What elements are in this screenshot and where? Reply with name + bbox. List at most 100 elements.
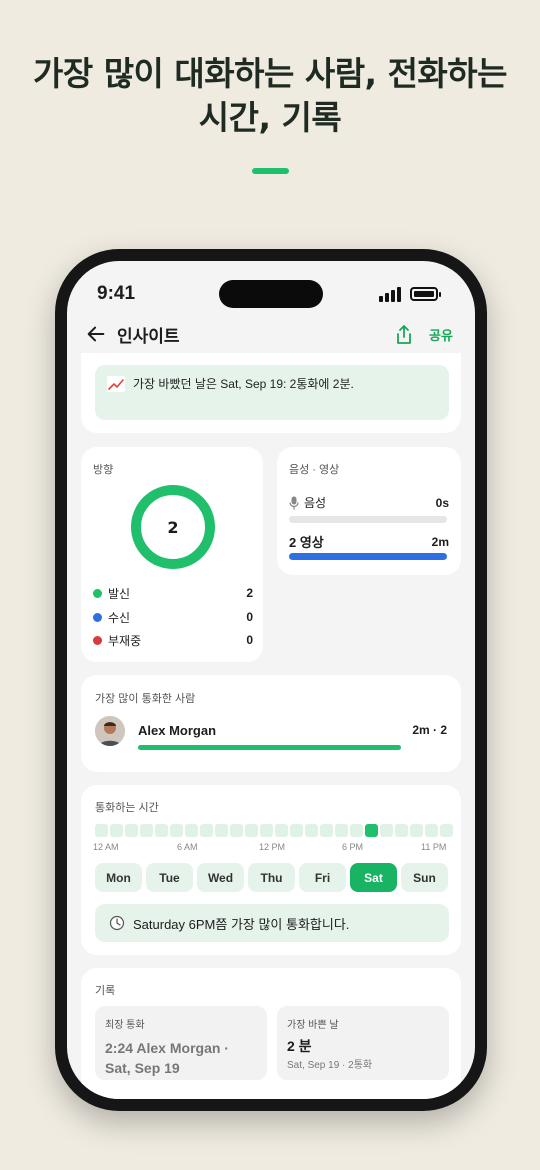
phone-frame: 9:41 인사이트 공유 가장 바빴던 날은 Sat, Sep 19: 2통화에… (55, 249, 487, 1111)
hour-cell-20 (395, 824, 408, 837)
hour-cell-19 (380, 824, 393, 837)
legend-label-missed: 부재중 (108, 633, 142, 648)
hour-cell-6 (185, 824, 198, 837)
voice-row: 음성 0s (289, 494, 449, 511)
peak-time-banner: Saturday 6PM쯤 가장 많이 통화합니다. (95, 904, 449, 942)
cellular-signal-icon (379, 287, 401, 302)
legend-dot-incoming (93, 612, 102, 622)
video-value: 2m (431, 534, 449, 549)
hour-cell-5 (170, 824, 183, 837)
busiest-day-tile[interactable]: 가장 바쁜 날 2 분 Sat, Sep 19 · 2통화 (277, 1006, 449, 1080)
headline-line-2: 시간, 기록 (198, 98, 342, 137)
hour-label-12pm: 12 PM (259, 842, 286, 852)
busiest-day-text: 가장 바빴던 날은 Sat, Sep 19: 2통화에 2분. (133, 377, 354, 391)
direction-card: 방향 2 발신 2 수신 0 부재중 0 (81, 447, 263, 662)
arrow-left-icon[interactable] (85, 323, 107, 345)
phone-screen: 9:41 인사이트 공유 가장 바빴던 날은 Sat, Sep 19: 2통화에… (67, 261, 475, 1099)
longest-call-tile[interactable]: 최장 통화 2:24 Alex Morgan · Sat, Sep 19 (95, 1006, 267, 1080)
records-label: 기록 (95, 985, 116, 997)
top-contact-card[interactable]: 가장 많이 통화한 사람 Alex Morgan 2m · 2 (81, 675, 461, 772)
direction-total: 2 (167, 518, 179, 537)
microphone-icon (289, 496, 299, 509)
hour-axis-labels: 12 AM 6 AM 12 PM 6 PM 11 PM (93, 842, 449, 856)
hour-cell-22 (425, 824, 438, 837)
busiest-day-card: 가장 바빴던 날은 Sat, Sep 19: 2통화에 2분. (81, 353, 461, 433)
legend-count-outgoing: 2 (246, 586, 253, 600)
busiest-day-value: 2 분 (287, 1038, 312, 1054)
legend-dot-outgoing (93, 588, 102, 598)
call-hours-label: 통화하는 시간 (95, 802, 159, 814)
top-contact-bar-track (138, 745, 401, 750)
day-wed[interactable]: Wed (197, 863, 244, 892)
day-tue[interactable]: Tue (146, 863, 193, 892)
records-card: 기록 최장 통화 2:24 Alex Morgan · Sat, Sep 19 … (81, 968, 461, 1099)
avatar (95, 716, 125, 746)
hour-cell-15 (320, 824, 333, 837)
legend-count-missed: 0 (246, 633, 253, 647)
busiest-day-label: 가장 바쁜 날 (287, 1020, 339, 1031)
call-hours-card: 통화하는 시간 12 AM 6 AM 12 PM 6 PM 11 PM Mon … (81, 785, 461, 955)
busiest-day-sub: Sat, Sep 19 · 2통화 (287, 1060, 373, 1071)
top-contact-stat: 2m · 2 (412, 723, 447, 737)
share-icon[interactable] (395, 325, 413, 345)
day-selector: Mon Tue Wed Thu Fri Sat Sun (95, 863, 448, 892)
status-time: 9:41 (97, 283, 136, 304)
day-sat[interactable]: Sat (350, 863, 397, 892)
legend-incoming: 수신 0 (93, 608, 253, 626)
direction-label: 방향 (93, 464, 114, 476)
trend-up-icon (107, 375, 125, 392)
person-avatar-icon (95, 716, 125, 746)
video-label: 2 영상 (289, 535, 324, 550)
legend-dot-missed (93, 635, 102, 645)
headline-line-1: 가장 많이 대화하는 사람, 전화하는 (32, 54, 508, 93)
longest-call-value: 2:24 Alex Morgan · Sat, Sep 19 (105, 1040, 229, 1076)
top-contact-name: Alex Morgan (138, 723, 217, 738)
share-button[interactable]: 공유 (429, 325, 453, 344)
dynamic-island (219, 280, 323, 308)
hour-cell-16 (335, 824, 348, 837)
day-sun[interactable]: Sun (401, 863, 448, 892)
hour-label-12am: 12 AM (93, 842, 119, 852)
hour-cell-12 (275, 824, 288, 837)
hour-cell-23 (440, 824, 453, 837)
hour-label-6am: 6 AM (177, 842, 198, 852)
video-row: 2 영상 2m (289, 532, 449, 551)
busiest-day-banner: 가장 바빴던 날은 Sat, Sep 19: 2통화에 2분. (95, 365, 449, 420)
battery-icon (410, 287, 441, 301)
hour-cell-11 (260, 824, 273, 837)
voice-bar-track (289, 516, 447, 523)
navigation-bar: 인사이트 공유 (67, 319, 475, 353)
headline: 가장 많이 대화하는 사람, 전화하는 시간, 기록 (0, 52, 540, 140)
legend-outgoing: 발신 2 (93, 584, 253, 602)
media-label: 음성 · 영상 (289, 464, 340, 476)
hour-cell-1 (110, 824, 123, 837)
media-card: 음성 · 영상 음성 0s 2 영상 2m (277, 447, 461, 575)
hour-heatmap (95, 824, 453, 837)
day-thu[interactable]: Thu (248, 863, 295, 892)
accent-divider (252, 168, 289, 174)
video-bar-track (289, 553, 447, 560)
voice-value: 0s (435, 495, 449, 510)
hour-label-11pm: 11 PM (421, 842, 447, 852)
top-contact-bar-fill (138, 745, 401, 750)
hour-label-6pm: 6 PM (342, 842, 364, 852)
clock-icon (109, 915, 125, 931)
legend-count-incoming: 0 (246, 610, 253, 624)
hour-cell-7 (200, 824, 213, 837)
hour-cell-17 (350, 824, 363, 837)
hour-cell-2 (125, 824, 138, 837)
day-mon[interactable]: Mon (95, 863, 142, 892)
hour-cell-3 (140, 824, 153, 837)
hour-cell-21 (410, 824, 423, 837)
longest-call-label: 최장 통화 (105, 1020, 145, 1031)
hour-cell-8 (215, 824, 228, 837)
hour-cell-14 (305, 824, 318, 837)
top-contact-label: 가장 많이 통화한 사람 (95, 693, 196, 705)
hour-cell-10 (245, 824, 258, 837)
page-title: 인사이트 (117, 327, 180, 347)
hour-cell-9 (230, 824, 243, 837)
peak-time-text: Saturday 6PM쯤 가장 많이 통화합니다. (133, 916, 350, 932)
hour-cell-13 (290, 824, 303, 837)
legend-missed: 부재중 0 (93, 631, 253, 649)
day-fri[interactable]: Fri (299, 863, 346, 892)
